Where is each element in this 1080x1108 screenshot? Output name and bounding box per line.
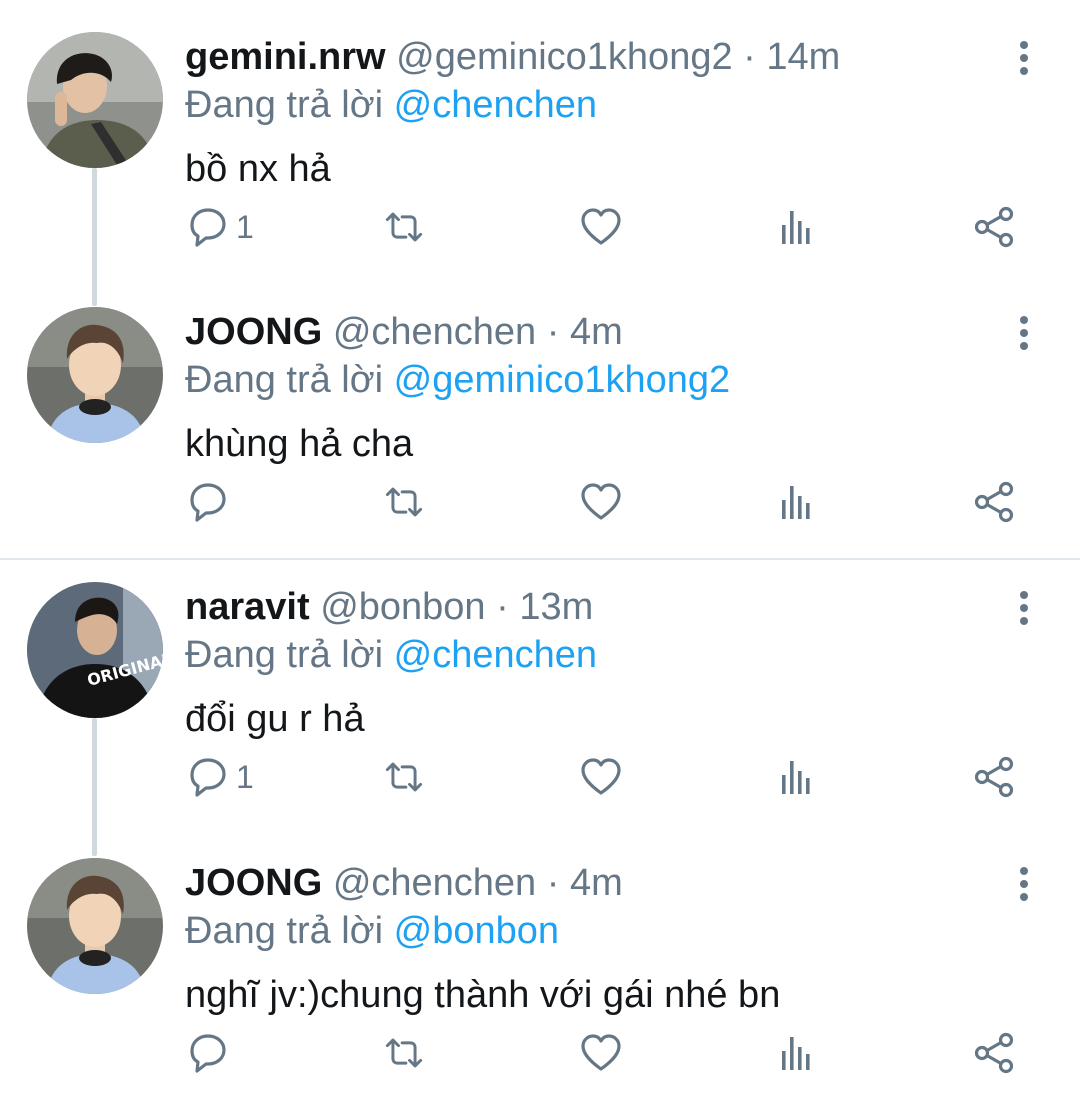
- tweet-text: nghĩ jv:)chung thành với gái nhé bn: [185, 974, 781, 1016]
- replying-to-mention[interactable]: @chenchen: [394, 634, 597, 676]
- analytics-icon: [782, 1037, 810, 1070]
- separator: ·: [546, 311, 560, 353]
- reply-icon: [190, 483, 226, 522]
- more-options-icon[interactable]: [1004, 38, 1044, 78]
- reply-icon: [190, 1034, 226, 1073]
- user-name[interactable]: naravit: [185, 586, 310, 628]
- replying-to: Đang trả lời @bonbon: [185, 906, 559, 956]
- timestamp[interactable]: 14m: [766, 36, 840, 78]
- tweet-text: đổi gu r hả: [185, 698, 365, 740]
- analytics-button[interactable]: [776, 1028, 820, 1078]
- user-name[interactable]: JOONG: [185, 862, 322, 904]
- share-icon: [974, 206, 1014, 248]
- replying-to: Đang trả lời @chenchen: [185, 630, 597, 680]
- reply-icon: [190, 758, 226, 797]
- more-options-icon[interactable]: [1004, 313, 1044, 353]
- share-button[interactable]: [973, 202, 1017, 252]
- separator: ·: [743, 36, 756, 78]
- reply-count: 1: [236, 758, 254, 795]
- analytics-icon: [782, 486, 810, 519]
- avatar[interactable]: [27, 858, 163, 994]
- timestamp[interactable]: 4m: [570, 311, 623, 353]
- tweet-text: khùng hả cha: [185, 423, 414, 465]
- replying-to-mention[interactable]: @geminico1khong2: [394, 359, 730, 401]
- replying-to: Đang trả lời @chenchen: [185, 80, 597, 130]
- reply-button[interactable]: [186, 1028, 236, 1078]
- tweet[interactable]: ORIGINAL naravit @bonbon · 13m Đang trả …: [0, 582, 1080, 822]
- replying-to-label: Đang trả lời: [185, 359, 384, 401]
- separator: ·: [496, 586, 509, 628]
- retweet-button[interactable]: [380, 752, 428, 802]
- user-handle[interactable]: @chenchen: [333, 862, 536, 904]
- tweet-header: gemini.nrw @geminico1khong2 · 14m: [185, 32, 840, 82]
- user-name[interactable]: JOONG: [185, 311, 322, 353]
- like-button[interactable]: [579, 1028, 623, 1078]
- analytics-button[interactable]: [776, 477, 820, 527]
- thread-divider: [0, 558, 1080, 560]
- share-button[interactable]: [973, 477, 1017, 527]
- retweet-button[interactable]: [380, 1028, 428, 1078]
- replying-to-label: Đang trả lời: [185, 84, 384, 126]
- reply-icon: [190, 208, 226, 247]
- reply-count: 1: [236, 208, 254, 245]
- tweet[interactable]: JOONG @chenchen · 4m Đang trả lời @bonbo…: [0, 858, 1080, 1098]
- user-handle[interactable]: @bonbon: [320, 586, 485, 628]
- share-icon: [974, 756, 1014, 798]
- replying-to-label: Đang trả lời: [185, 910, 384, 952]
- retweet-button[interactable]: [380, 477, 428, 527]
- user-handle[interactable]: @chenchen: [333, 311, 536, 353]
- user-name[interactable]: gemini.nrw: [185, 36, 386, 78]
- avatar[interactable]: [27, 32, 163, 168]
- retweet-icon: [385, 762, 423, 792]
- reply-button[interactable]: 1: [186, 752, 254, 802]
- tweet-header: naravit @bonbon · 13m: [185, 582, 593, 632]
- avatar[interactable]: ORIGINAL: [27, 582, 163, 718]
- tweet[interactable]: JOONG @chenchen · 4m Đang trả lời @gemin…: [0, 307, 1080, 547]
- avatar[interactable]: [27, 307, 163, 443]
- more-options-icon[interactable]: [1004, 588, 1044, 628]
- like-icon: [581, 483, 621, 520]
- tweet-text: bồ nx hả: [185, 148, 331, 190]
- analytics-icon: [782, 211, 810, 244]
- timestamp[interactable]: 13m: [519, 586, 593, 628]
- replying-to-label: Đang trả lời: [185, 634, 384, 676]
- like-icon: [581, 208, 621, 245]
- tweet-header: JOONG @chenchen · 4m: [185, 307, 623, 357]
- share-icon: [974, 481, 1014, 523]
- reply-button[interactable]: 1: [186, 202, 254, 252]
- tweet[interactable]: gemini.nrw @geminico1khong2 · 14m Đang t…: [0, 32, 1080, 272]
- analytics-icon: [782, 761, 810, 794]
- like-button[interactable]: [579, 477, 623, 527]
- analytics-button[interactable]: [776, 752, 820, 802]
- replying-to-mention[interactable]: @chenchen: [394, 84, 597, 126]
- retweet-icon: [385, 212, 423, 242]
- like-icon: [581, 1034, 621, 1071]
- user-handle[interactable]: @geminico1khong2: [396, 36, 732, 78]
- retweet-icon: [385, 1038, 423, 1068]
- like-icon: [581, 758, 621, 795]
- tweet-header: JOONG @chenchen · 4m: [185, 858, 623, 908]
- analytics-button[interactable]: [776, 202, 820, 252]
- like-button[interactable]: [579, 752, 623, 802]
- replying-to-mention[interactable]: @bonbon: [394, 910, 559, 952]
- share-button[interactable]: [973, 752, 1017, 802]
- reply-button[interactable]: [186, 477, 236, 527]
- retweet-icon: [385, 487, 423, 517]
- timestamp[interactable]: 4m: [570, 862, 623, 904]
- like-button[interactable]: [579, 202, 623, 252]
- retweet-button[interactable]: [380, 202, 428, 252]
- share-button[interactable]: [973, 1028, 1017, 1078]
- more-options-icon[interactable]: [1004, 864, 1044, 904]
- separator: ·: [546, 862, 560, 904]
- share-icon: [974, 1032, 1014, 1074]
- replying-to: Đang trả lời @geminico1khong2: [185, 355, 730, 405]
